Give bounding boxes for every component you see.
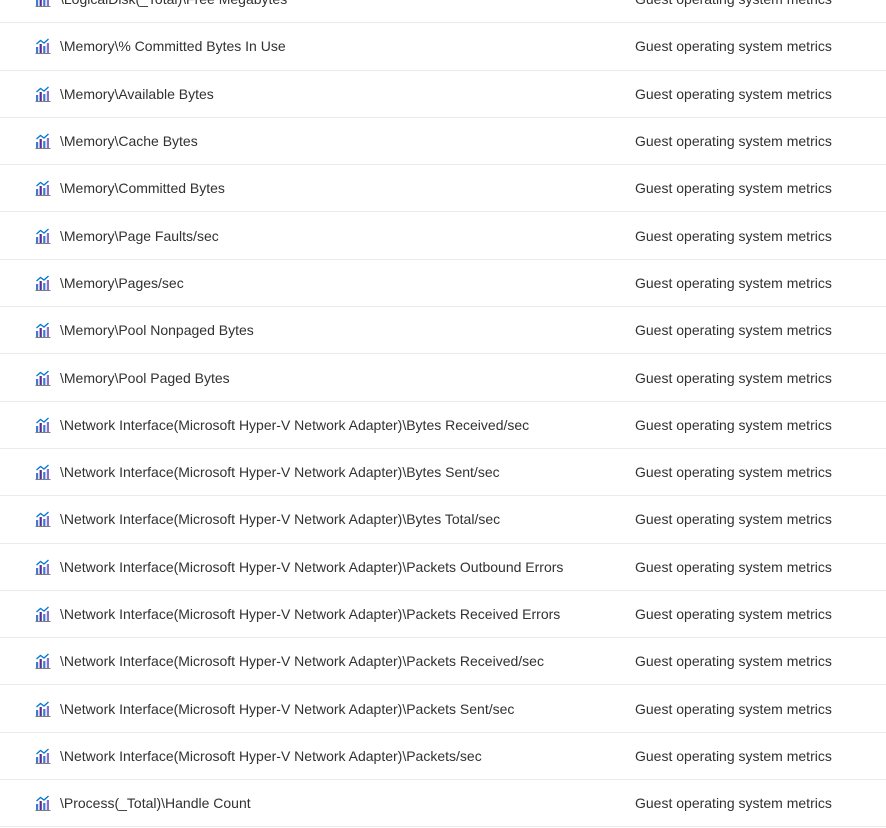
metric-namespace: Guest operating system metrics — [635, 606, 832, 622]
metric-name: \Memory\Pool Paged Bytes — [60, 369, 230, 386]
metric-name: \Network Interface(Microsoft Hyper-V Net… — [60, 416, 530, 433]
metric-namespace: Guest operating system metrics — [635, 85, 832, 102]
metric-namespace: Guest operating system metrics — [635, 274, 832, 291]
metric-row[interactable]: \Network Interface(Microsoft Hyper-V Net… — [0, 449, 886, 497]
metric-chart-icon — [35, 748, 51, 764]
metric-name: \Memory\Page Faults/sec — [60, 227, 219, 244]
metric-chart-icon — [35, 464, 51, 481]
metric-name: \Process(_Total)\Handle Count — [60, 795, 251, 812]
metric-name: \Memory\Available Bytes — [60, 85, 214, 102]
metric-row[interactable]: \Network Interface(Microsoft Hyper-V Net… — [0, 402, 886, 449]
metric-name: \Memory\% Committed Bytes In Use — [60, 38, 286, 55]
metric-name: \Network Interface(Microsoft Hyper-V Net… — [60, 700, 515, 717]
metric-namespace: Guest operating system metrics — [635, 747, 832, 764]
metric-name: \Network Interface(Microsoft Hyper-V Net… — [60, 747, 482, 764]
metric-row[interactable]: \Network Interface(Microsoft Hyper-V Net… — [0, 733, 886, 781]
metric-name: \Network Interface(Microsoft Hyper-V Net… — [60, 558, 564, 575]
metric-namespace: Guest operating system metrics — [635, 133, 832, 150]
metric-chart-icon — [35, 86, 51, 102]
metric-name: \Network Interface(Microsoft Hyper-V Net… — [60, 653, 544, 670]
metric-chart-icon — [35, 0, 51, 8]
metric-row[interactable]: \Network Interface(Microsoft Hyper-V Net… — [0, 544, 886, 591]
metric-row[interactable]: \Memory\Pool Nonpaged Bytes Guest operat… — [0, 307, 886, 355]
metric-chart-icon — [35, 228, 51, 244]
metric-chart-icon — [35, 417, 51, 433]
metric-name: \Network Interface(Microsoft Hyper-V Net… — [60, 606, 561, 622]
metric-namespace: Guest operating system metrics — [635, 511, 832, 528]
metric-chart-icon — [35, 180, 51, 197]
metric-namespace: Guest operating system metrics — [635, 464, 832, 481]
metric-chart-icon — [35, 275, 51, 291]
metric-list: \LogicalDisk(_Total)\Free Megabytes Gues… — [0, 0, 886, 828]
metric-namespace: Guest operating system metrics — [635, 180, 832, 197]
metric-row[interactable]: \Memory\% Committed Bytes In Use Guest o… — [0, 23, 886, 71]
metric-name: \Memory\Committed Bytes — [60, 180, 225, 197]
metric-row[interactable]: \Network Interface(Microsoft Hyper-V Net… — [0, 591, 886, 639]
metric-chart-icon — [35, 795, 51, 812]
metric-namespace: Guest operating system metrics — [635, 653, 832, 670]
metric-namespace: Guest operating system metrics — [635, 700, 832, 717]
metric-namespace: Guest operating system metrics — [635, 38, 832, 55]
metric-name: \Memory\Cache Bytes — [60, 133, 198, 150]
metric-namespace: Guest operating system metrics — [635, 227, 832, 244]
metric-namespace: Guest operating system metrics — [635, 416, 832, 433]
metric-namespace: Guest operating system metrics — [635, 369, 832, 386]
metric-chart-icon — [35, 38, 51, 55]
metric-row[interactable]: \Memory\Pages/sec Guest operating system… — [0, 260, 886, 308]
metric-chart-icon — [35, 653, 51, 670]
metric-chart-icon — [35, 559, 51, 575]
metric-chart-icon — [35, 322, 51, 339]
metric-namespace: Guest operating system metrics — [635, 322, 832, 339]
metric-namespace: Guest operating system metrics — [635, 0, 832, 7]
metric-row[interactable]: \Memory\Available Bytes Guest operating … — [0, 71, 886, 118]
metric-row[interactable]: \Memory\Pool Paged Bytes Guest operating… — [0, 354, 886, 402]
metric-chart-icon — [35, 606, 51, 622]
metric-row[interactable]: \Memory\Cache Bytes Guest operating syst… — [0, 118, 886, 166]
metric-chart-icon — [35, 370, 51, 386]
metric-name: \Network Interface(Microsoft Hyper-V Net… — [60, 511, 501, 528]
metric-namespace: Guest operating system metrics — [635, 795, 832, 812]
metric-row[interactable]: \Process(_Total)\Handle Count Guest oper… — [0, 780, 886, 828]
metric-name: \Memory\Pool Nonpaged Bytes — [60, 322, 254, 339]
metric-chart-icon — [35, 133, 51, 149]
metric-row[interactable]: \LogicalDisk(_Total)\Free Megabytes Gues… — [0, 0, 886, 24]
metric-row[interactable]: \Network Interface(Microsoft Hyper-V Net… — [0, 685, 886, 733]
metric-chart-icon — [35, 701, 51, 717]
metric-name: \Memory\Pages/sec — [60, 274, 184, 291]
metric-row[interactable]: \Network Interface(Microsoft Hyper-V Net… — [0, 638, 886, 686]
metric-chart-icon — [35, 511, 51, 528]
metric-name: \LogicalDisk(_Total)\Free Megabytes — [60, 0, 635, 7]
metric-row[interactable]: \Memory\Committed Bytes Guest operating … — [0, 165, 886, 213]
metric-row[interactable]: \Memory\Page Faults/sec Guest operating … — [0, 212, 886, 260]
metric-namespace: Guest operating system metrics — [635, 558, 832, 575]
metric-row[interactable]: \Network Interface(Microsoft Hyper-V Net… — [0, 496, 886, 544]
metric-name: \Network Interface(Microsoft Hyper-V Net… — [60, 464, 500, 481]
